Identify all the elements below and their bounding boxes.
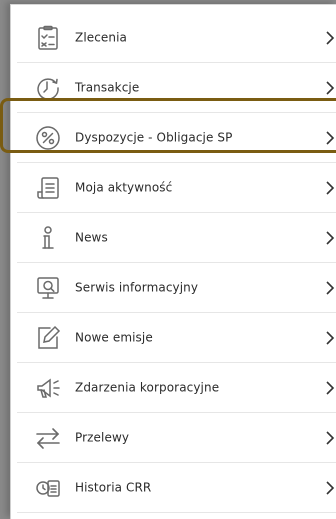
chevron-right-icon	[325, 231, 335, 245]
chevron-right-icon	[325, 31, 335, 45]
chevron-right-icon	[325, 481, 335, 495]
menu-item-label: News	[75, 230, 108, 245]
menu-item-label: Przelewy	[75, 430, 130, 445]
menu-item-label: Zdarzenia korporacyjne	[75, 380, 220, 395]
chevron-right-icon	[325, 81, 335, 95]
info-monitor-icon	[33, 273, 63, 303]
menu-item-label: Zlecenia	[75, 30, 128, 45]
menu-item-nowe-emisje[interactable]: Nowe emisje	[11, 313, 336, 363]
chevron-right-icon	[325, 331, 335, 345]
activity-document-icon	[33, 173, 63, 203]
menu-item-label: Transakcje	[75, 80, 140, 95]
edit-document-icon	[33, 323, 63, 353]
chevron-right-icon	[325, 381, 335, 395]
crr-history-icon	[33, 473, 63, 503]
menu-item-label: Dyspozycje - Obligacje SP	[75, 130, 233, 145]
chevron-right-icon	[325, 131, 335, 145]
menu-item-zdarzenia-korporacyjne[interactable]: Zdarzenia korporacyjne	[11, 363, 336, 413]
menu-item-news[interactable]: News	[11, 213, 336, 263]
menu-item-zlecenia[interactable]: Zlecenia	[11, 13, 336, 63]
menu-panel: Zlecenia Transakcje Dyspozycje - Obligac…	[10, 4, 336, 519]
transactions-history-icon	[33, 73, 63, 103]
chevron-right-icon	[325, 431, 335, 445]
menu-item-moja-aktywnosc[interactable]: Moja aktywność	[11, 163, 336, 213]
chevron-right-icon	[325, 181, 335, 195]
menu-item-label: Serwis informacyjny	[75, 280, 199, 295]
menu-item-historia-crr[interactable]: Historia CRR	[11, 463, 336, 513]
menu-item-serwis-informacyjny[interactable]: Serwis informacyjny	[11, 263, 336, 313]
menu-item-transakcje[interactable]: Transakcje	[11, 63, 336, 113]
menu-item-dyspozycje[interactable]: Dyspozycje - Obligacje SP	[11, 113, 336, 163]
menu-item-label: Nowe emisje	[75, 330, 153, 345]
orders-checklist-icon	[33, 23, 63, 53]
menu-item-przelewy[interactable]: Przelewy	[11, 413, 336, 463]
info-icon	[33, 223, 63, 253]
menu-item-label: Moja aktywność	[75, 180, 173, 195]
menu-item-label: Historia CRR	[75, 480, 152, 495]
megaphone-icon	[33, 373, 63, 403]
chevron-right-icon	[325, 281, 335, 295]
transfer-arrows-icon	[33, 423, 63, 453]
percent-circle-icon	[33, 123, 63, 153]
